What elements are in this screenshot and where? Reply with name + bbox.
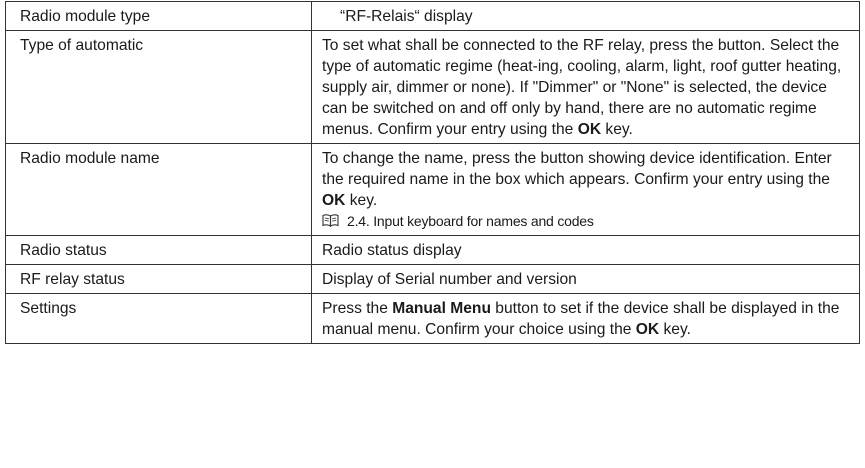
row-label: RF relay status bbox=[5, 264, 312, 294]
row-description: To set what shall be connected to the RF… bbox=[311, 30, 860, 144]
book-icon bbox=[322, 214, 339, 227]
description-suffix: key. bbox=[659, 321, 691, 338]
table-row: Radio status Radio status display bbox=[5, 235, 860, 265]
description-suffix: key. bbox=[601, 121, 633, 138]
table-row: RF relay status Display of Serial number… bbox=[5, 264, 860, 294]
row-label: Type of automatic bbox=[5, 30, 312, 144]
ok-key-label: OK bbox=[635, 321, 660, 338]
row-description: “RF-Relais“ display bbox=[311, 1, 860, 31]
settings-table: Radio module type “RF-Relais“ display Ty… bbox=[5, 1, 860, 344]
table-row: Type of automatic To set what shall be c… bbox=[5, 30, 860, 144]
table-row: Settings Press the Manual Menu button to… bbox=[5, 293, 860, 344]
row-description: Display of Serial number and version bbox=[311, 264, 860, 294]
reference-text[interactable]: 2.4. Input keyboard for names and codes bbox=[347, 213, 594, 229]
description-text: “RF-Relais“ display bbox=[340, 8, 473, 25]
row-label: Radio module type bbox=[5, 1, 312, 31]
row-description: Press the Manual Menu button to set if t… bbox=[311, 293, 860, 344]
manual-reference[interactable]: 2.4. Input keyboard for names and codes bbox=[322, 211, 847, 232]
ok-key-label: OK bbox=[577, 121, 602, 138]
description-prefix: Press the bbox=[322, 300, 393, 317]
description-suffix: key. bbox=[345, 192, 378, 209]
ok-key-label: OK bbox=[322, 192, 346, 209]
table-row: Radio module type “RF-Relais“ display bbox=[5, 1, 860, 31]
row-description: Radio status display bbox=[311, 235, 860, 265]
table-row: Radio module name To change the name, pr… bbox=[5, 143, 860, 236]
row-label: Settings bbox=[5, 293, 312, 344]
manual-menu-button-label: Manual Menu bbox=[392, 300, 491, 317]
row-description: To change the name, press the button sho… bbox=[311, 143, 860, 236]
description-text: To change the name, press the button sho… bbox=[322, 150, 832, 188]
description-text: Radio status display bbox=[322, 242, 462, 259]
row-label: Radio status bbox=[5, 235, 312, 265]
description-text: Display of Serial number and version bbox=[322, 271, 577, 288]
row-label: Radio module name bbox=[5, 143, 312, 236]
